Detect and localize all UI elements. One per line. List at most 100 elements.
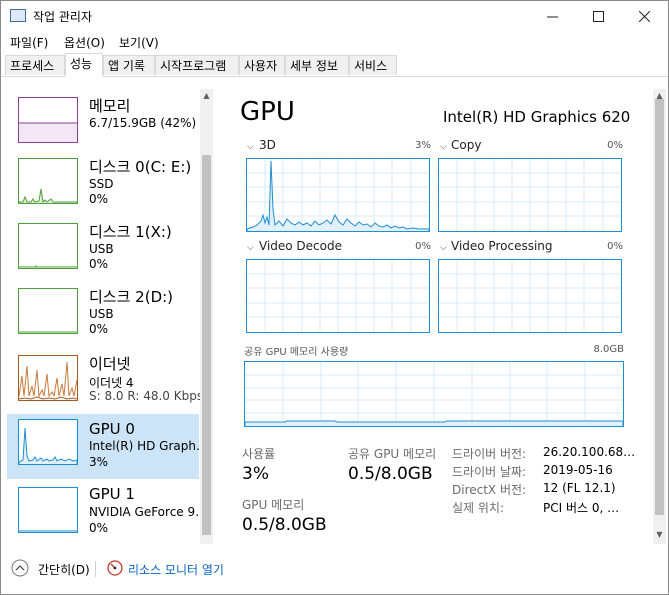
- resource-monitor-label[interactable]: 리소스 모니터 열기: [128, 561, 224, 578]
- detail-scroll-thumb[interactable]: [655, 99, 664, 515]
- sidebar-item-detail: 6.7/15.9GB (42%): [89, 116, 197, 130]
- sidebar-item-adapter: Intel(R) HD Graph…: [89, 439, 208, 453]
- physical-location-value: PCI 버스 0, …: [543, 501, 620, 515]
- sidebar-item-gpu1[interactable]: GPU 1 NVIDIA GeForce 9… 0%: [7, 479, 207, 544]
- disk1-thumbnail: [18, 223, 78, 269]
- physical-location-label: 실제 위치:: [452, 501, 505, 515]
- sidebar-item-type: SSD: [89, 177, 114, 191]
- sidebar-item-gpu0[interactable]: GPU 0 Intel(R) HD Graph… 3%: [7, 414, 208, 479]
- driver-date-label: 드라이버 날짜:: [452, 465, 527, 479]
- shared-memory-label: 공유 GPU 메모리 사용량: [244, 347, 349, 358]
- title-bar: 작업 관리자: [1, 1, 668, 31]
- device-name: Intel(R) HD Graphics 620: [443, 108, 631, 126]
- sidebar-item-title: 디스크 1(X:): [89, 223, 172, 241]
- menu-file[interactable]: 파일(F): [10, 34, 48, 51]
- window-title: 작업 관리자: [33, 10, 93, 24]
- sidebar-item-disk0[interactable]: 디스크 0(C: E:) SSD 0%: [7, 154, 199, 219]
- shared-memory-stat-label: 공유 GPU 메모리: [348, 447, 437, 461]
- tab-processes[interactable]: 프로세스: [5, 55, 65, 75]
- tab-app-history[interactable]: 앱 기록: [103, 55, 155, 75]
- sidebar-item-usage: 3%: [89, 455, 109, 469]
- tab-startup[interactable]: 시작프로그램: [155, 55, 239, 75]
- sidebar-item-type: USB: [89, 242, 114, 256]
- disk2-thumbnail: [18, 288, 78, 334]
- close-icon: [638, 10, 650, 22]
- sidebar-item-usage: 0%: [89, 192, 109, 206]
- sidebar-scroll-thumb[interactable]: [202, 155, 211, 535]
- sidebar-item-title: 이더넷: [89, 355, 131, 373]
- driver-version-value: 26.20.100.68…: [543, 445, 636, 459]
- tab-details[interactable]: 세부 정보: [285, 55, 349, 75]
- ethernet-thumbnail: [18, 355, 78, 401]
- engine-copy-graph: [438, 158, 622, 232]
- sidebar-item-type: USB: [89, 307, 114, 321]
- engine-video-processing-graph: [438, 259, 622, 333]
- sidebar-item-adapter: NVIDIA GeForce 9…: [89, 505, 208, 519]
- footer-divider: [95, 561, 96, 577]
- sidebar-item-usage: 0%: [89, 521, 109, 535]
- chevron-down-icon[interactable]: ⌵: [440, 243, 447, 253]
- engine-3d-title[interactable]: 3D: [259, 138, 276, 152]
- detail-scrollbar[interactable]: ▲ ▼: [653, 89, 666, 544]
- utilization-label: 사용률: [242, 447, 276, 461]
- tab-services[interactable]: 서비스: [349, 55, 397, 75]
- driver-version-label: 드라이버 버전:: [452, 447, 527, 461]
- disk0-thumbnail: [18, 158, 78, 204]
- gpu1-thumbnail: [18, 487, 78, 533]
- fewer-details-label[interactable]: 간단히(D): [38, 561, 90, 578]
- menu-options[interactable]: 옵션(O): [64, 34, 105, 51]
- sidebar-item-title: GPU 0: [89, 420, 135, 438]
- sidebar-item-disk1[interactable]: 디스크 1(X:) USB 0%: [7, 219, 199, 284]
- gpu-memory-label: GPU 메모리: [242, 498, 305, 512]
- engine-video-decode-title[interactable]: Video Decode: [259, 239, 342, 253]
- chevron-up-circle-icon: [11, 559, 29, 577]
- engine-3d-percent: 3%: [415, 140, 431, 151]
- sidebar-scrollbar[interactable]: ▲: [200, 89, 213, 544]
- resource-sidebar: 메모리 6.7/15.9GB (42%) 디스크 0(C: E:) SSD 0%…: [7, 89, 215, 544]
- sidebar-item-ethernet[interactable]: 이더넷 이더넷 4 S: 8.0 R: 48.0 Kbps: [7, 349, 203, 414]
- tab-performance[interactable]: 성능: [65, 53, 103, 77]
- engine-video-decode-graph: [246, 259, 430, 333]
- engine-video-processing-percent: 0%: [607, 241, 623, 252]
- task-manager-icon: [10, 9, 26, 22]
- shared-memory-max: 8.0GB: [593, 344, 624, 355]
- maximize-icon: [592, 10, 604, 22]
- footer: 간단히(D) 리소스 모니터 열기: [1, 553, 668, 594]
- chevron-down-icon[interactable]: ⌵: [247, 142, 254, 152]
- close-button[interactable]: [621, 1, 667, 31]
- chevron-down-icon[interactable]: ⌵: [247, 243, 254, 253]
- maximize-button[interactable]: [575, 1, 621, 31]
- memory-thumbnail: [18, 97, 78, 143]
- engine-copy-percent: 0%: [607, 140, 623, 151]
- gpu0-thumbnail: [18, 419, 78, 465]
- chevron-down-icon[interactable]: ⌵: [440, 142, 447, 152]
- engine-video-processing-title[interactable]: Video Processing: [451, 239, 553, 253]
- sidebar-item-memory[interactable]: 메모리 6.7/15.9GB (42%): [7, 89, 199, 154]
- sidebar-item-usage: 0%: [89, 322, 109, 336]
- sidebar-item-title: 디스크 0(C: E:): [89, 158, 192, 176]
- gpu-memory-value: 0.5/8.0GB: [242, 515, 327, 535]
- engine-video-decode-percent: 0%: [415, 241, 431, 252]
- engine-3d-graph: [246, 158, 430, 232]
- shared-memory-stat-value: 0.5/8.0GB: [348, 464, 433, 484]
- detail-heading: GPU: [240, 97, 295, 127]
- task-manager-window: 작업 관리자 파일(F) 옵션(O) 보기(V) 프로세스 성능 앱 기록 시작…: [0, 0, 669, 595]
- minimize-button[interactable]: [529, 1, 575, 31]
- sidebar-item-title: GPU 1: [89, 485, 135, 503]
- sidebar-item-usage: 0%: [89, 257, 109, 271]
- directx-version-label: DirectX 버전:: [452, 483, 527, 497]
- minimize-icon: [546, 16, 558, 17]
- menu-view[interactable]: 보기(V): [119, 34, 159, 51]
- sidebar-item-title: 메모리: [89, 97, 131, 115]
- driver-date-value: 2019-05-16: [543, 463, 613, 477]
- sidebar-item-disk2[interactable]: 디스크 2(D:) USB 0%: [7, 284, 199, 349]
- scroll-up-icon[interactable]: ▲: [200, 91, 213, 100]
- sidebar-item-title: 디스크 2(D:): [89, 288, 174, 306]
- tab-users[interactable]: 사용자: [239, 55, 285, 75]
- engine-copy-title[interactable]: Copy: [451, 138, 481, 152]
- directx-version-value: 12 (FL 12.1): [543, 481, 616, 495]
- menu-bar: 파일(F) 옵션(O) 보기(V): [1, 31, 668, 53]
- tab-bar: 프로세스 성능 앱 기록 시작프로그램 사용자 세부 정보 서비스: [1, 53, 668, 77]
- resource-monitor-icon: [107, 560, 123, 576]
- scroll-down-icon[interactable]: ▼: [653, 530, 666, 539]
